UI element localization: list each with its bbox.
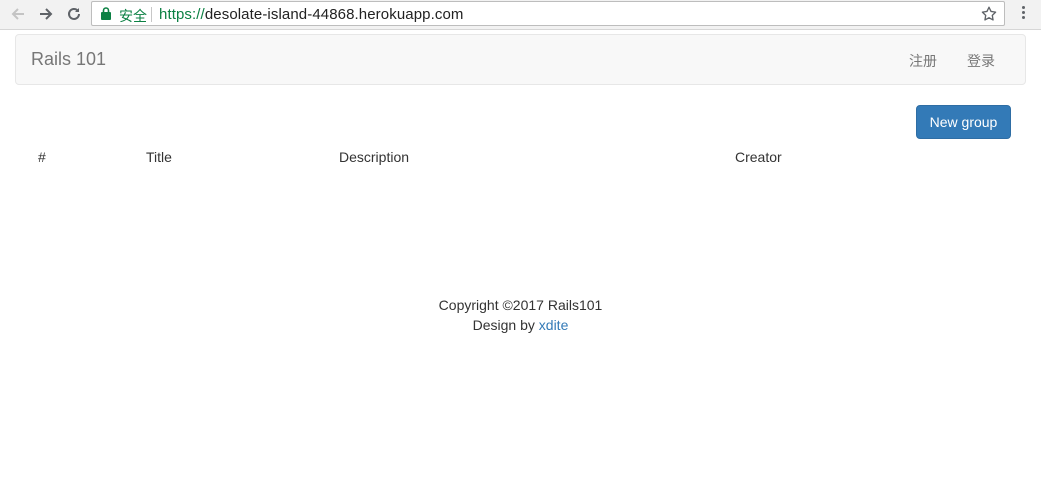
nav-login-link[interactable]: 登录: [967, 51, 995, 71]
url-text[interactable]: https://desolate-island-44868.herokuapp.…: [159, 6, 464, 23]
table-header-number: #: [38, 149, 46, 165]
table-header-title: Title: [146, 149, 172, 165]
back-arrow-icon[interactable]: [8, 4, 28, 24]
secure-label: 安全: [119, 9, 147, 25]
lock-icon: [101, 7, 111, 25]
table-header-creator: Creator: [735, 149, 782, 165]
footer-author-link[interactable]: xdite: [539, 317, 569, 333]
nav-signup-link[interactable]: 注册: [909, 51, 937, 71]
address-divider: [151, 7, 152, 22]
url-scheme: https://: [159, 6, 205, 23]
table-header-description: Description: [339, 149, 410, 165]
browser-toolbar: 安全 https://desolate-island-44868.herokua…: [0, 0, 1041, 30]
more-menu-icon[interactable]: [1017, 6, 1029, 22]
new-group-button[interactable]: New group: [916, 105, 1011, 139]
app-navbar: Rails 101 注册 登录: [15, 34, 1026, 85]
address-bar[interactable]: 安全 https://desolate-island-44868.herokua…: [91, 1, 1005, 26]
footer-design-by: Design by: [472, 317, 535, 333]
star-icon[interactable]: [980, 5, 998, 28]
url-host: desolate-island-44868.herokuapp.com: [204, 6, 464, 23]
reload-icon[interactable]: [64, 4, 84, 24]
forward-arrow-icon[interactable]: [36, 4, 56, 24]
footer-copyright: Copyright ©2017 Rails101: [438, 297, 603, 313]
footer-credit: Design by xdite: [0, 317, 1041, 333]
brand-link[interactable]: Rails 101: [31, 49, 106, 70]
